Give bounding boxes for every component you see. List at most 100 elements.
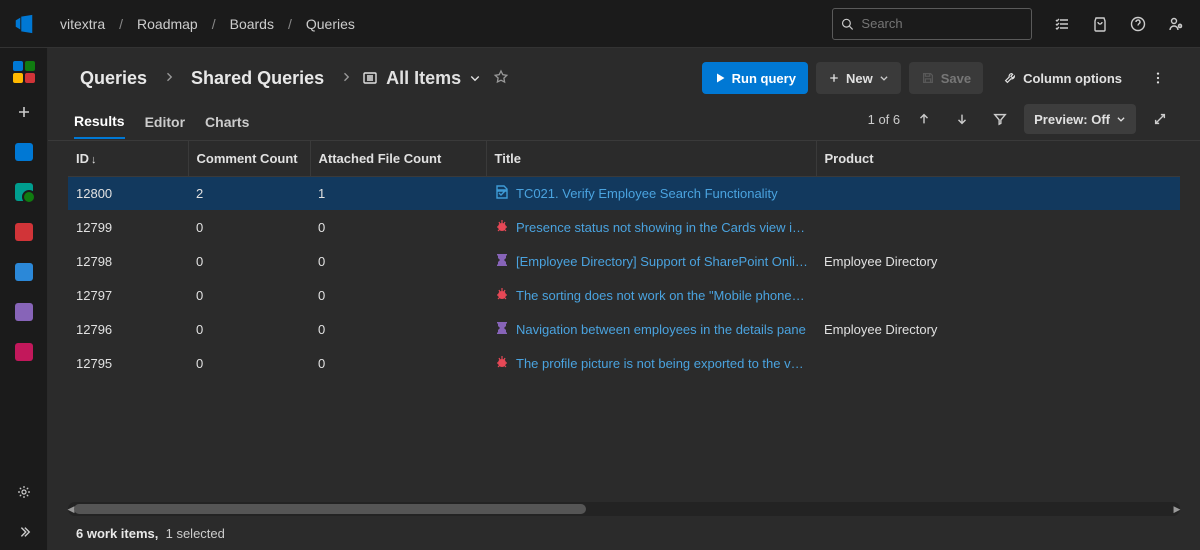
cell-title[interactable]: Navigation between employees in the deta… <box>486 313 816 347</box>
breadcrumb-page[interactable]: Queries <box>298 12 363 36</box>
cell-comment-count: 0 <box>188 313 310 347</box>
cell-product <box>816 211 1180 245</box>
marketplace-icon[interactable] <box>1084 8 1116 40</box>
fullscreen-button[interactable] <box>1146 105 1174 133</box>
query-current[interactable]: All Items <box>362 68 481 89</box>
nav-boards[interactable] <box>6 174 42 210</box>
tab-editor[interactable]: Editor <box>145 106 185 138</box>
run-query-button[interactable]: Run query <box>702 62 808 94</box>
top-bar: vitextra / Roadmap / Boards / Queries <box>0 0 1200 48</box>
nav-overview[interactable] <box>6 134 42 170</box>
title-link[interactable]: Navigation between employees in the deta… <box>516 322 806 337</box>
query-breadcrumb-folder[interactable]: Shared Queries <box>185 64 330 93</box>
cell-title[interactable]: Presence status not showing in the Cards… <box>486 211 816 245</box>
expand-nav-icon[interactable] <box>6 514 42 550</box>
table-row[interactable]: 1279900Presence status not showing in th… <box>68 211 1180 245</box>
column-header-product[interactable]: Product <box>816 141 1180 177</box>
table-row[interactable]: 1280021TC021. Verify Employee Search Fun… <box>68 177 1180 211</box>
chevron-right-icon <box>336 71 356 86</box>
tab-charts[interactable]: Charts <box>205 106 249 138</box>
preview-label: Preview: Off <box>1034 112 1110 127</box>
title-link[interactable]: The sorting does not work on the "Mobile… <box>516 288 808 303</box>
save-label: Save <box>941 71 971 86</box>
column-header-title[interactable]: Title <box>486 141 816 177</box>
favorite-star-icon[interactable] <box>493 69 509 88</box>
project-settings-icon[interactable] <box>6 474 42 510</box>
more-vertical-icon <box>1151 71 1165 85</box>
column-header-id[interactable]: ID↓ <box>68 141 188 177</box>
cell-title[interactable]: [Employee Directory] Support of SharePoi… <box>486 245 816 279</box>
save-icon <box>921 71 935 85</box>
cell-attached-file-count: 0 <box>310 245 486 279</box>
breadcrumb-separator: / <box>117 16 125 32</box>
new-button[interactable]: New <box>816 62 901 94</box>
search-input[interactable] <box>861 16 1023 31</box>
cell-title[interactable]: TC021. Verify Employee Search Functional… <box>486 177 816 211</box>
run-query-label: Run query <box>732 71 796 86</box>
table-row[interactable]: 1279500The profile picture is not being … <box>68 347 1180 381</box>
task-list-icon[interactable] <box>1046 8 1078 40</box>
nav-artifacts[interactable] <box>6 334 42 370</box>
nav-test-plans[interactable] <box>6 294 42 330</box>
filter-button[interactable] <box>986 105 1014 133</box>
cell-product <box>816 347 1180 381</box>
query-breadcrumb-root[interactable]: Queries <box>74 64 153 93</box>
title-link[interactable]: [Employee Directory] Support of SharePoi… <box>516 254 808 269</box>
cell-attached-file-count: 0 <box>310 279 486 313</box>
status-item-count: 6 work items, <box>76 526 158 541</box>
cell-title[interactable]: The profile picture is not being exporte… <box>486 347 816 381</box>
tab-results[interactable]: Results <box>74 105 125 139</box>
sort-descending-icon: ↓ <box>91 154 97 166</box>
tabs-row: Results Editor Charts 1 of 6 Preview: Of… <box>48 94 1200 141</box>
column-header-comment-count[interactable]: Comment Count <box>188 141 310 177</box>
column-options-label: Column options <box>1023 71 1122 86</box>
chevron-right-icon <box>159 71 179 86</box>
column-options-button[interactable]: Column options <box>991 62 1134 94</box>
query-title: All Items <box>386 68 461 89</box>
breadcrumb-project[interactable]: Roadmap <box>129 12 206 36</box>
table-row[interactable]: 1279800[Employee Directory] Support of S… <box>68 245 1180 279</box>
project-logo[interactable] <box>6 54 42 90</box>
cell-title[interactable]: The sorting does not work on the "Mobile… <box>486 279 816 313</box>
work-item-type-icon <box>494 286 510 305</box>
work-item-type-icon <box>494 184 510 203</box>
next-item-button[interactable] <box>948 105 976 133</box>
result-count: 1 of 6 <box>868 112 901 127</box>
cell-product: Employee Directory <box>816 245 1180 279</box>
cell-comment-count: 0 <box>188 279 310 313</box>
breadcrumb-org[interactable]: vitextra <box>52 12 113 36</box>
scroll-right-icon[interactable]: ▶ <box>1170 502 1184 516</box>
table-row[interactable]: 1279600Navigation between employees in t… <box>68 313 1180 347</box>
main-content: Queries Shared Queries All Items <box>48 48 1200 550</box>
column-header-attached-file-count[interactable]: Attached File Count <box>310 141 486 177</box>
cell-product <box>816 279 1180 313</box>
azure-devops-logo[interactable] <box>8 8 40 40</box>
help-icon[interactable] <box>1122 8 1154 40</box>
new-label: New <box>846 71 873 86</box>
title-link[interactable]: TC021. Verify Employee Search Functional… <box>516 186 778 201</box>
scrollbar-thumb[interactable] <box>74 504 586 514</box>
cell-comment-count: 0 <box>188 347 310 381</box>
preview-pane-toggle[interactable]: Preview: Off <box>1024 104 1136 134</box>
title-link[interactable]: Presence status not showing in the Cards… <box>516 220 808 235</box>
cell-id: 12800 <box>68 177 188 211</box>
more-actions-button[interactable] <box>1142 62 1174 94</box>
cell-comment-count: 0 <box>188 211 310 245</box>
breadcrumb-separator: / <box>210 16 218 32</box>
search-box[interactable] <box>832 8 1032 40</box>
table-row[interactable]: 1279700The sorting does not work on the … <box>68 279 1180 313</box>
nav-pipelines[interactable] <box>6 254 42 290</box>
work-item-type-icon <box>494 218 510 237</box>
add-icon[interactable] <box>6 94 42 130</box>
previous-item-button[interactable] <box>910 105 938 133</box>
play-icon <box>714 72 726 84</box>
user-settings-icon[interactable] <box>1160 8 1192 40</box>
nav-repos[interactable] <box>6 214 42 250</box>
horizontal-scrollbar[interactable]: ◀ ▶ <box>68 502 1180 516</box>
breadcrumb-area[interactable]: Boards <box>222 12 282 36</box>
cell-id: 12795 <box>68 347 188 381</box>
cell-id: 12799 <box>68 211 188 245</box>
title-link[interactable]: The profile picture is not being exporte… <box>516 356 808 371</box>
breadcrumb-separator: / <box>286 16 294 32</box>
cell-comment-count: 0 <box>188 245 310 279</box>
